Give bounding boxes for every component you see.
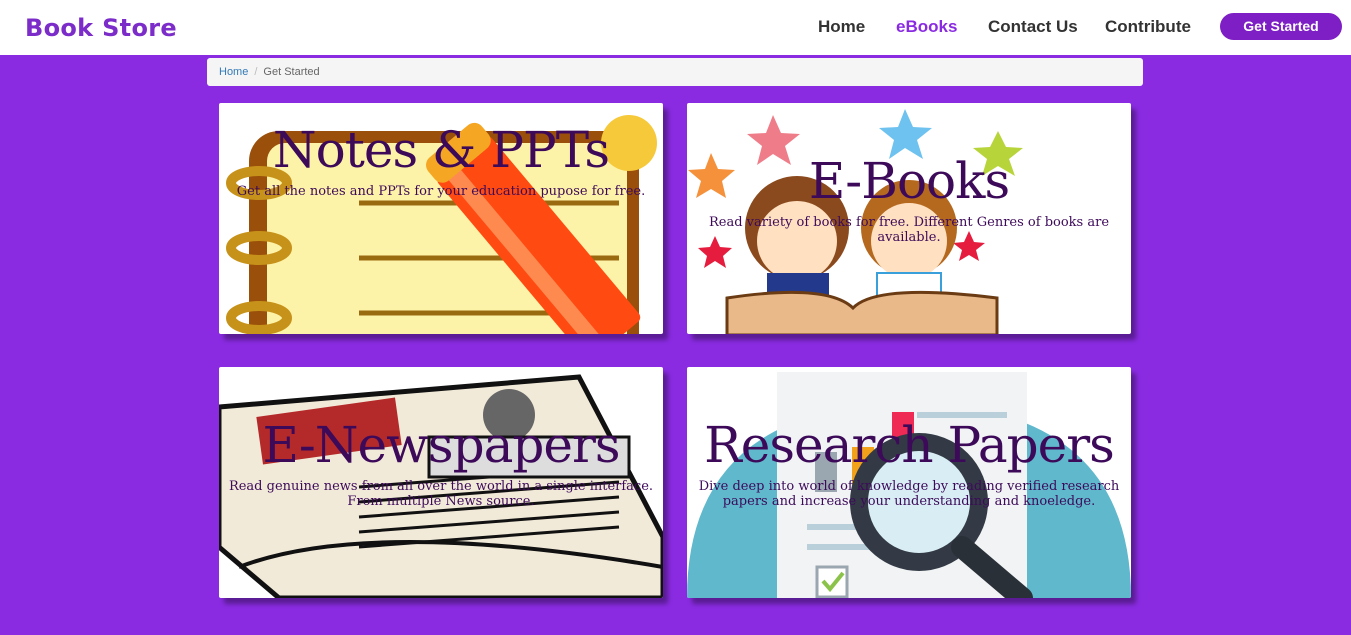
card-description: Read genuine news from all over the worl… <box>228 479 654 509</box>
card-title: Notes & PPTs <box>272 121 610 179</box>
nav-contribute[interactable]: Contribute <box>1105 17 1191 37</box>
nav-ebooks[interactable]: eBooks <box>896 17 957 37</box>
nav-contact-us[interactable]: Contact Us <box>988 17 1078 37</box>
card-description: Read variety of books for free. Differen… <box>708 215 1110 245</box>
get-started-button[interactable]: Get Started <box>1220 13 1342 40</box>
top-navbar: Book Store Home eBooks Contact Us Contri… <box>0 0 1351 55</box>
breadcrumb-home-link[interactable]: Home <box>219 66 248 78</box>
card-enewspapers[interactable]: E-Newspapers Read genuine news from all … <box>219 367 663 598</box>
card-notes-ppts[interactable]: Notes & PPTs Get all the notes and PPTs … <box>219 103 663 334</box>
card-title: Research Papers <box>704 416 1115 474</box>
breadcrumb-separator: / <box>254 66 258 78</box>
card-ebooks[interactable]: E-Books Read variety of books for free. … <box>687 103 1131 334</box>
brand-logo[interactable]: Book Store <box>25 14 177 42</box>
card-description: Dive deep into world of knowledge by rea… <box>698 479 1120 509</box>
breadcrumb-current: Get Started <box>263 66 320 78</box>
card-description: Get all the notes and PPTs for your educ… <box>236 184 646 199</box>
breadcrumb: Home / Get Started <box>207 58 1143 86</box>
card-research-papers[interactable]: Research Papers Dive deep into world of … <box>687 367 1131 598</box>
card-title: E-Newspapers <box>262 416 620 474</box>
card-title: E-Books <box>808 152 1010 210</box>
nav-home[interactable]: Home <box>818 17 865 37</box>
